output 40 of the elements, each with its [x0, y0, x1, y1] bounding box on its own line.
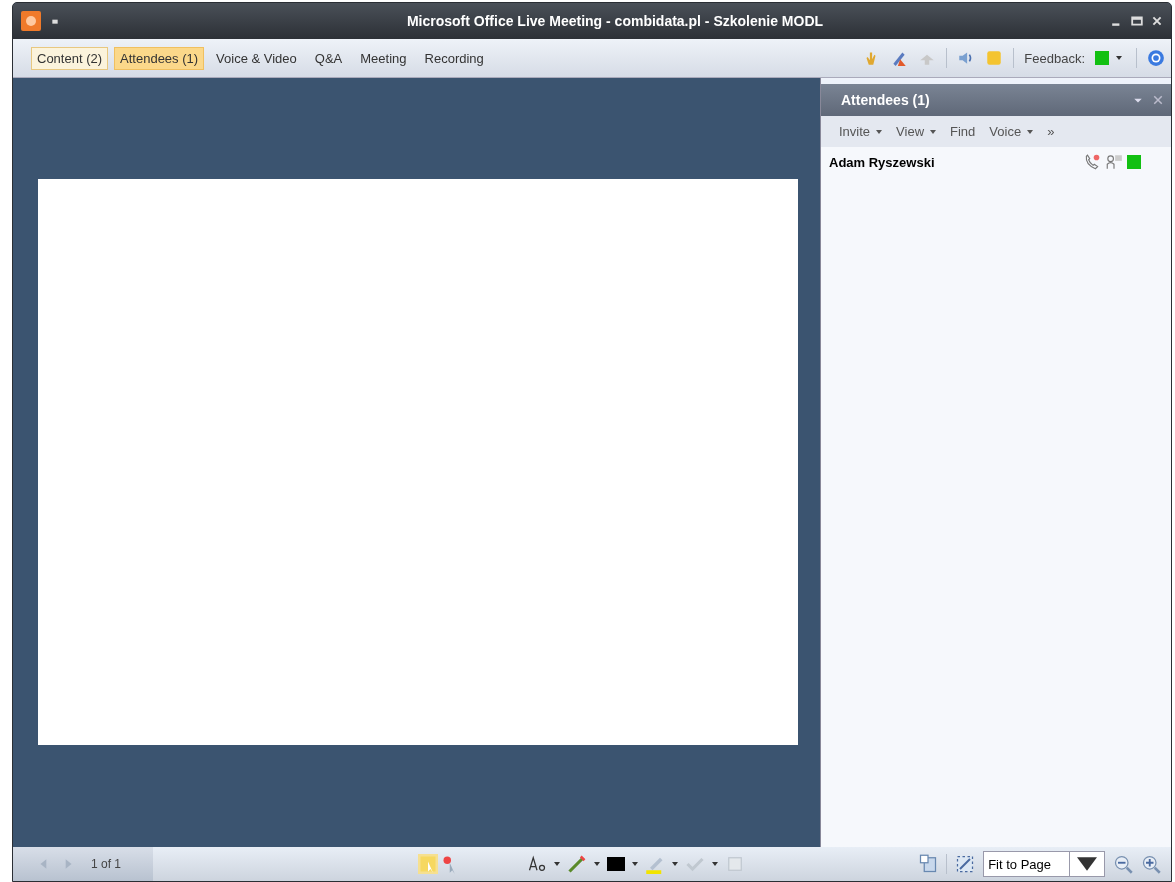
close-icon[interactable] — [1151, 15, 1163, 27]
caret-icon[interactable] — [632, 862, 638, 866]
app-icon[interactable] — [21, 11, 41, 31]
zoom-out-icon[interactable] — [1113, 854, 1133, 874]
caret-icon[interactable] — [672, 862, 678, 866]
menu-button[interactable]: » — [1047, 124, 1055, 139]
caret-icon — [1116, 56, 1122, 60]
caret-icon[interactable] — [876, 129, 883, 134]
attendee-name[interactable]: Adam Ryszewski — [829, 154, 935, 170]
maximize-icon[interactable] — [1131, 15, 1143, 27]
pen-icon[interactable] — [567, 854, 587, 874]
presenter-icon — [1105, 153, 1123, 171]
fit-icon[interactable] — [955, 854, 976, 874]
menu-button[interactable]: Voice — [989, 124, 1022, 139]
caret-icon[interactable] — [712, 862, 718, 866]
tab[interactable]: Voice & Video — [210, 46, 303, 70]
zoom-dropdown[interactable]: Fit to Page — [983, 851, 1105, 877]
tab[interactable]: Attendees (1) — [114, 46, 205, 70]
caret-icon[interactable] — [594, 862, 600, 866]
text-tool-icon[interactable] — [527, 854, 547, 874]
window-title: Microsoft Office Live Meeting - combidata.pl - Szkolenie MODL — [405, 13, 825, 29]
tab[interactable]: Recording — [418, 46, 490, 70]
color-swatch-icon[interactable] — [607, 857, 625, 871]
caret-icon[interactable] — [930, 129, 937, 134]
feedback-label: Feedback: — [1024, 50, 1085, 66]
help-icon[interactable] — [1147, 49, 1165, 67]
panel-title: Attendees (1) — [841, 92, 930, 108]
zoom-in-icon[interactable] — [1141, 854, 1161, 874]
menu-icon[interactable] — [51, 17, 59, 25]
page-counter: 1 of 1 — [91, 857, 122, 871]
tab[interactable]: Meeting — [354, 46, 413, 70]
tab[interactable]: Content (2) — [31, 46, 109, 70]
menu-button[interactable]: Invite — [839, 124, 871, 139]
menu-button[interactable]: Find — [950, 124, 976, 139]
menu-button[interactable]: View — [896, 124, 925, 139]
page-icon[interactable] — [918, 854, 939, 874]
caret-icon[interactable] — [1027, 129, 1034, 134]
phone-icon — [1083, 153, 1101, 171]
caret-icon[interactable] — [554, 862, 560, 866]
tab[interactable]: Q&A — [308, 46, 349, 70]
